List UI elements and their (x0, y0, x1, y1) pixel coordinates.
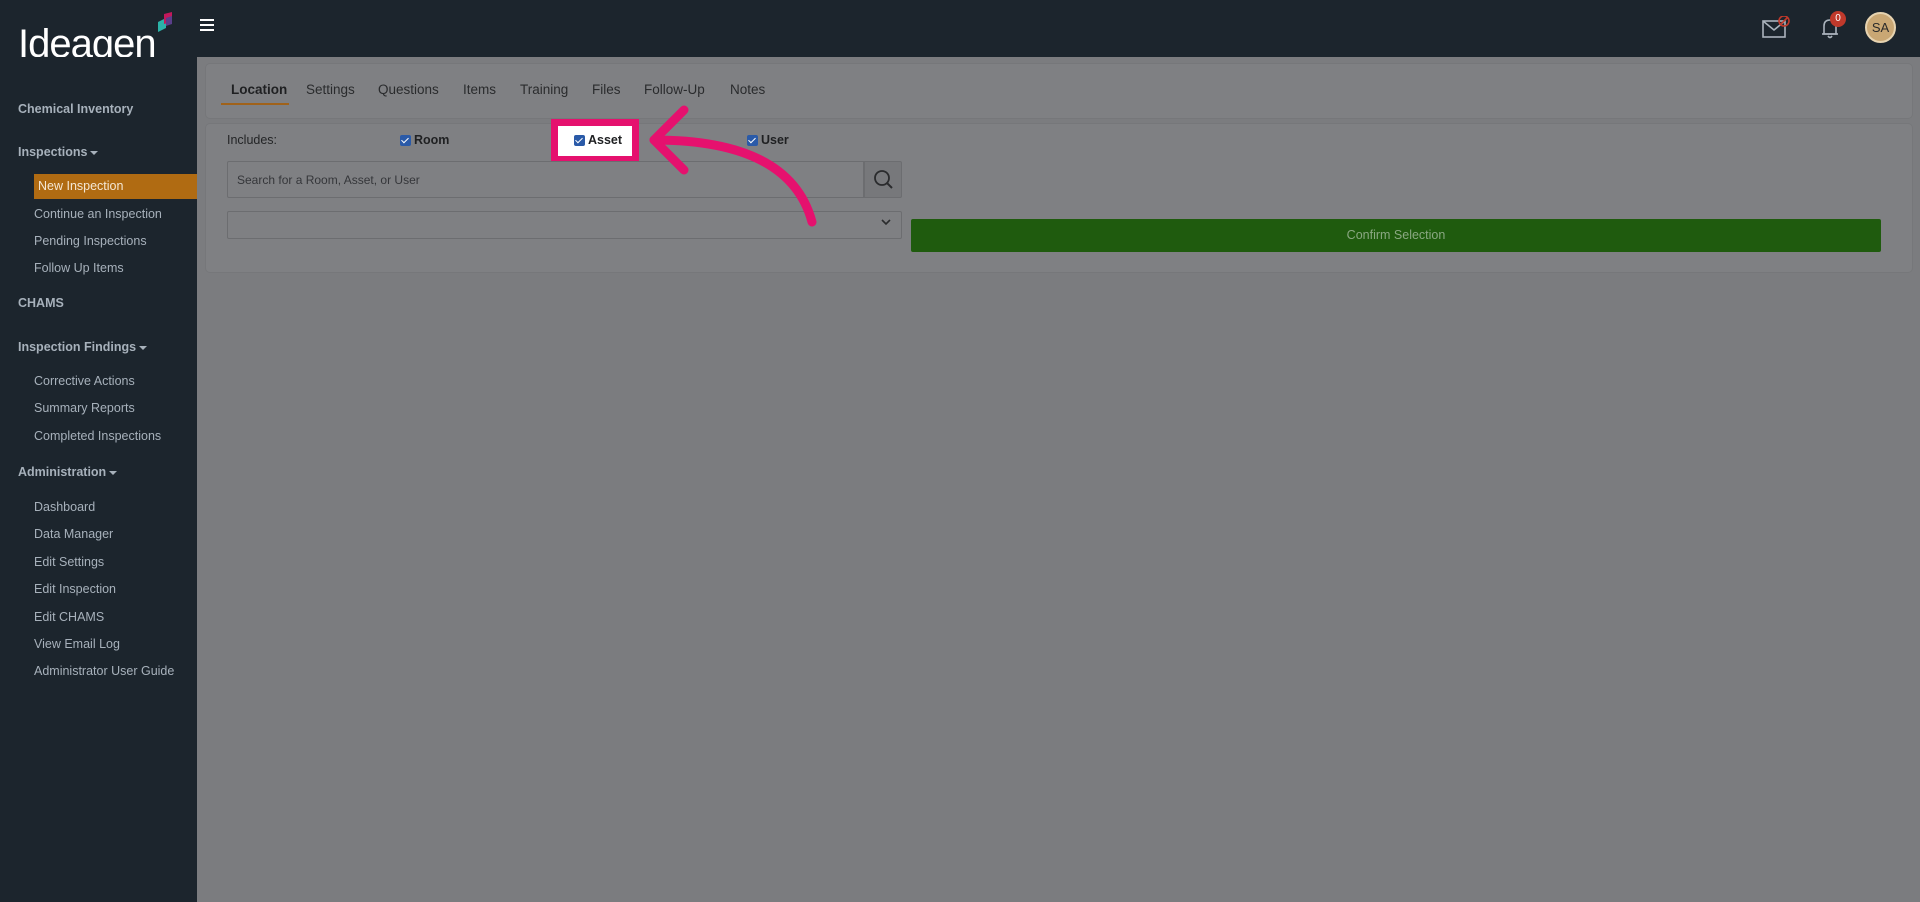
sidebar-item-follow-up-items[interactable]: Follow Up Items (34, 261, 124, 275)
sidebar-item-chams[interactable]: CHAMS (18, 296, 64, 310)
menu-toggle-icon[interactable] (200, 16, 220, 36)
room-checkbox-label: Room (414, 133, 450, 147)
search-icon (874, 170, 893, 189)
sidebar-section-label: Inspections (18, 145, 88, 159)
sidebar-item-new-inspection[interactable]: New Inspection (34, 174, 197, 199)
sidebar-item-chemical-inventory[interactable]: Chemical Inventory (18, 102, 133, 116)
sidebar-section-label: Inspection Findings (18, 340, 137, 354)
caret-down-icon (139, 345, 148, 350)
mail-icon[interactable] (1762, 16, 1790, 40)
tab-notes[interactable]: Notes (730, 82, 765, 97)
room-checkbox[interactable] (400, 135, 411, 146)
caret-down-icon (90, 150, 99, 155)
sidebar-item-summary-reports[interactable]: Summary Reports (34, 401, 135, 415)
tab-items[interactable]: Items (463, 82, 496, 97)
tabs-panel (206, 64, 1912, 118)
notification-badge: 0 (1830, 11, 1846, 27)
tab-files[interactable]: Files (592, 82, 621, 97)
sidebar-item-continue-inspection[interactable]: Continue an Inspection (34, 207, 162, 221)
caret-down-icon (109, 470, 118, 475)
sidebar-item-corrective-actions[interactable]: Corrective Actions (34, 374, 135, 388)
ideagen-logo[interactable]: Ideagen (18, 12, 178, 66)
top-bar (0, 0, 1920, 57)
sidebar-item-edit-inspection[interactable]: Edit Inspection (34, 582, 116, 596)
sidebar-item-completed-inspections[interactable]: Completed Inspections (34, 429, 161, 443)
sidebar-item-edit-settings[interactable]: Edit Settings (34, 555, 104, 569)
asset-checkbox[interactable] (574, 135, 585, 146)
user-avatar[interactable]: SA (1865, 12, 1896, 43)
logo-mark-icon (158, 12, 172, 32)
sidebar-item-edit-chams[interactable]: Edit CHAMS (34, 610, 104, 624)
active-tab-underline (221, 103, 289, 105)
sidebar-item-view-email-log[interactable]: View Email Log (34, 637, 120, 651)
search-button[interactable] (864, 161, 902, 198)
sidebar-section-inspection-findings[interactable]: Inspection Findings (18, 340, 148, 354)
sidebar-section-administration[interactable]: Administration (18, 465, 118, 479)
tab-training[interactable]: Training (520, 82, 568, 97)
confirm-selection-button[interactable]: Confirm Selection (911, 219, 1881, 252)
sidebar-item-data-manager[interactable]: Data Manager (34, 527, 113, 541)
chevron-down-icon (881, 219, 891, 226)
annotation-arrow-icon (649, 105, 817, 227)
sidebar-section-inspections[interactable]: Inspections (18, 145, 99, 159)
sidebar-item-admin-user-guide[interactable]: Administrator User Guide (34, 664, 174, 678)
sidebar-section-label: Administration (18, 465, 107, 479)
asset-checkbox-label: Asset (588, 133, 623, 147)
tab-settings[interactable]: Settings (306, 82, 355, 97)
sidebar-item-pending-inspections[interactable]: Pending Inspections (34, 234, 147, 248)
tab-location[interactable]: Location (231, 82, 287, 97)
tab-follow-up[interactable]: Follow-Up (644, 82, 705, 97)
includes-label: Includes: (227, 133, 278, 147)
sidebar-item-dashboard[interactable]: Dashboard (34, 500, 95, 514)
tab-questions[interactable]: Questions (378, 82, 439, 97)
